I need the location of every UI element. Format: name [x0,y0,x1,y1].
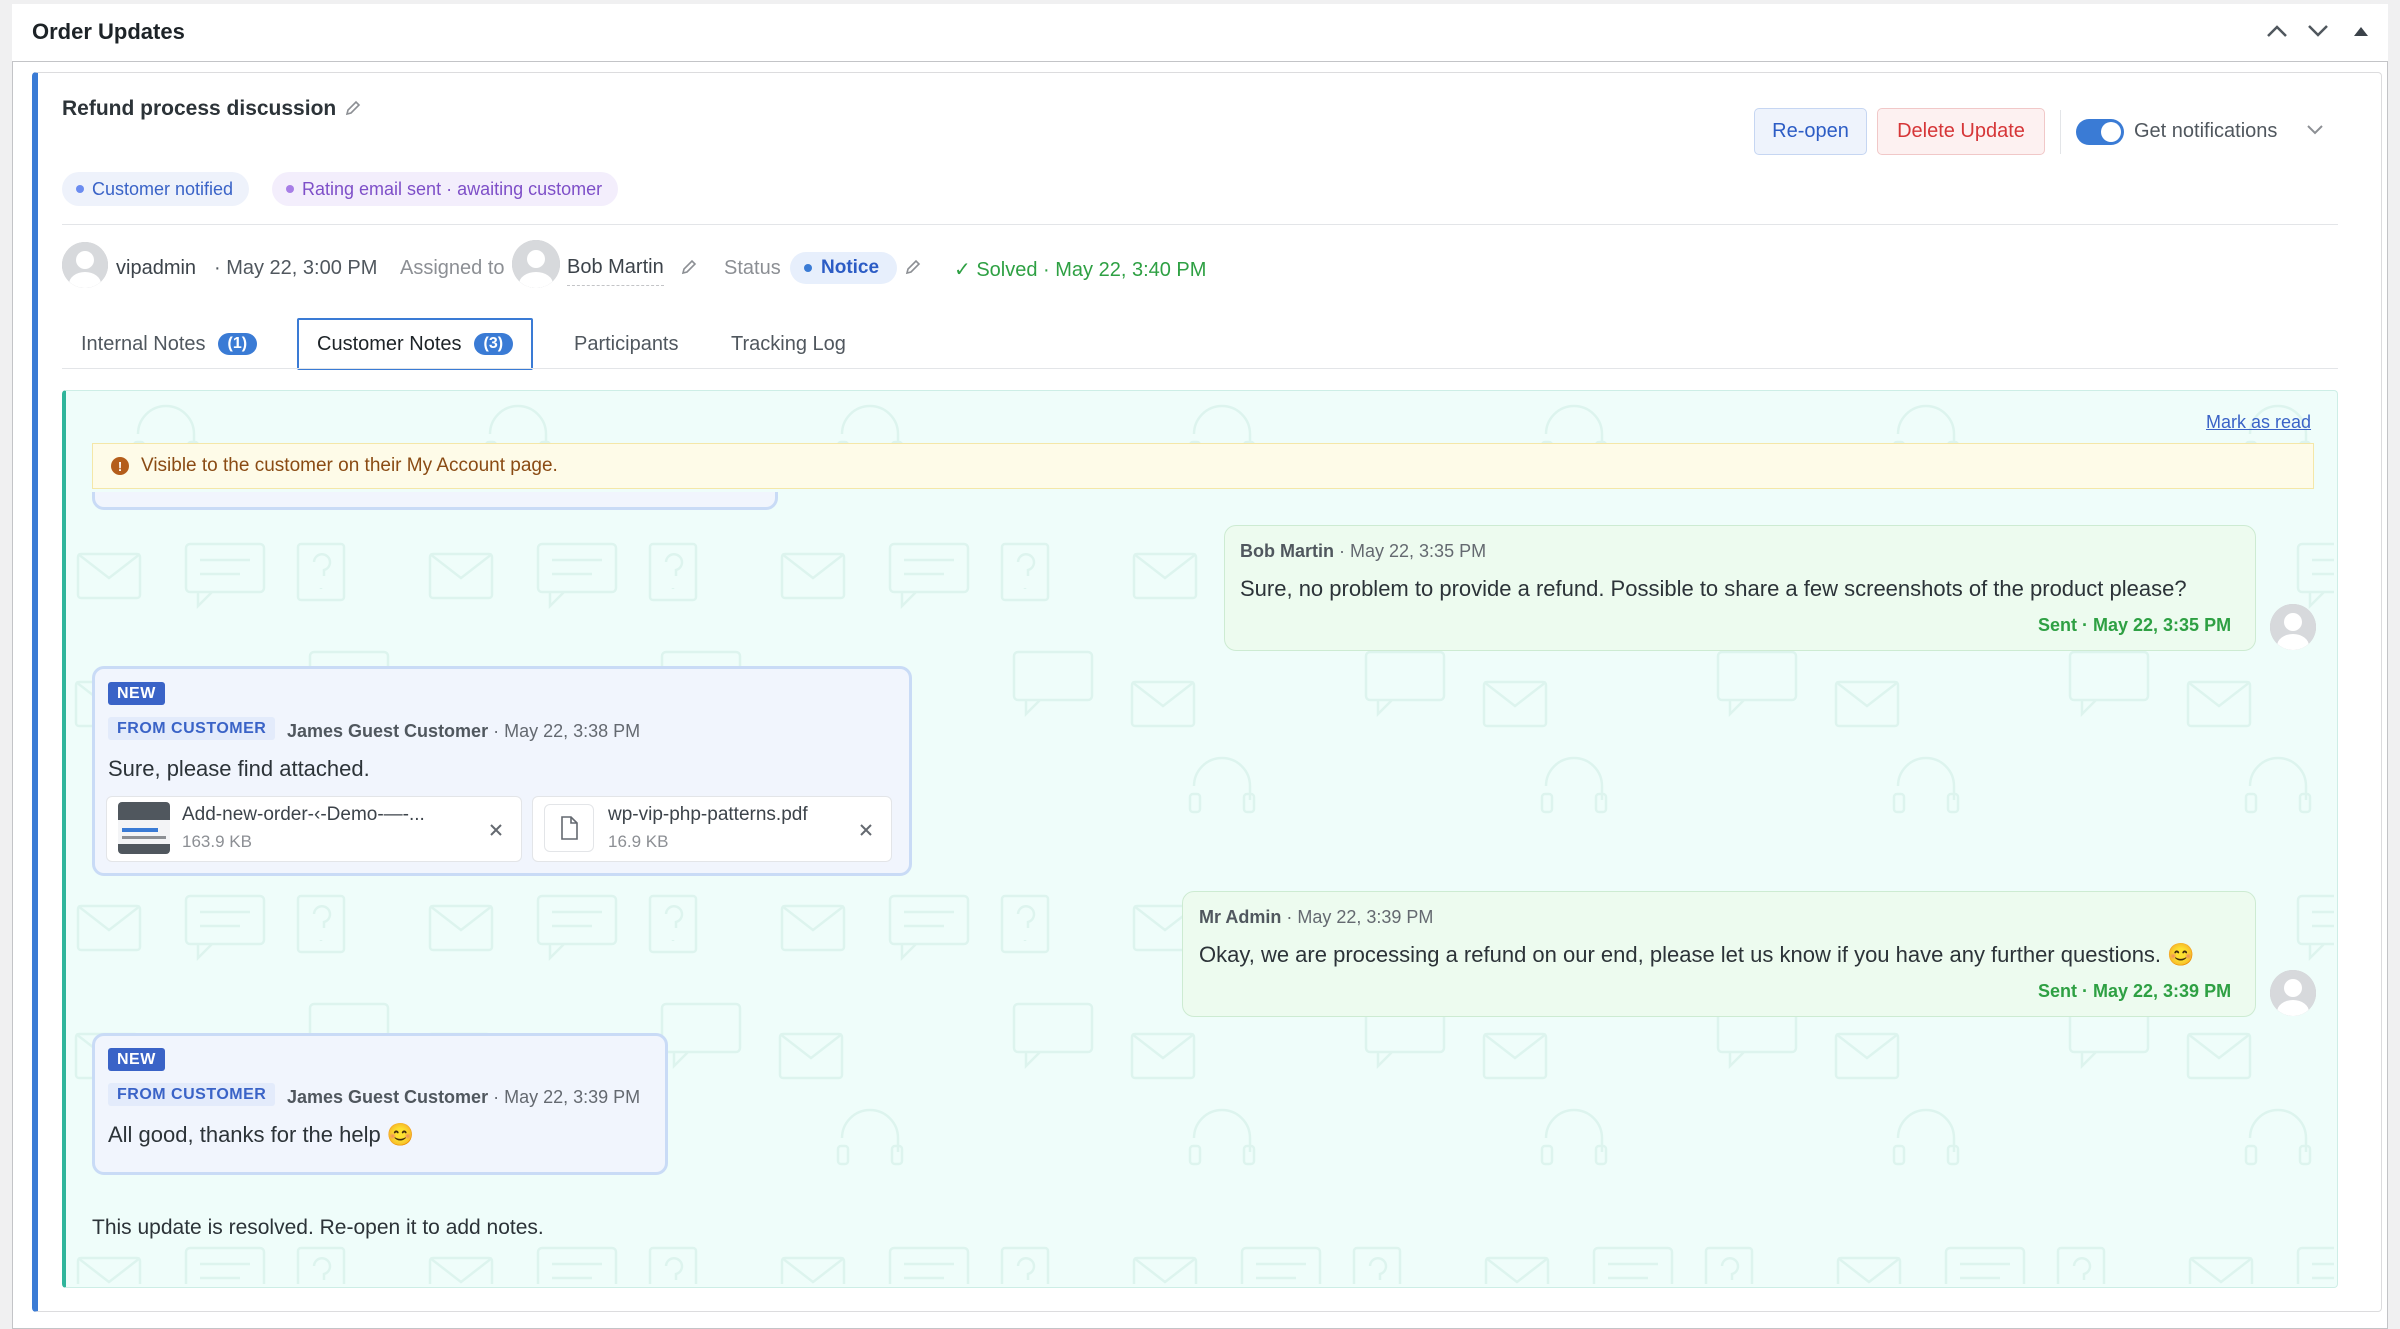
tab-count: (1) [217,333,258,355]
close-icon [490,824,502,836]
update-title: Refund process discussion [62,97,337,120]
toggle-knob [2101,122,2121,142]
alert-icon: ! [111,457,129,475]
pencil-icon [905,259,921,275]
divider [2060,110,2061,154]
collapse-panel-button[interactable] [2346,16,2376,46]
chevron-down-icon [2307,125,2323,135]
file-icon [544,804,594,852]
dot-icon [286,185,294,193]
message-time: · May 22, 3:39 PM [493,1087,641,1107]
resolved-message: This update is resolved. Re-open it to a… [92,1216,544,1239]
triangle-up-icon [2354,27,2368,36]
visibility-notice: ! Visible to the customer on their My Acc… [92,443,2314,489]
move-up-button[interactable] [2262,16,2292,46]
message-text: Sure, no problem to provide a refund. Po… [1240,576,2187,601]
remove-attachment-button[interactable] [858,822,874,843]
attachment-name: Add-new-order-‹-Demo-—-... [182,804,425,825]
assignee-avatar [512,240,560,288]
tab-participants[interactable]: Participants [574,318,679,370]
message-meta: James Guest Customer · May 22, 3:38 PM [287,721,640,742]
new-badge: NEW [108,682,165,705]
chip-label: Customer notified [92,178,234,199]
tab-count: (3) [473,333,514,355]
message-sent-status: Sent · May 22, 3:39 PM [2038,981,2232,1001]
notifications-toggle[interactable] [2076,119,2124,145]
edit-title-button[interactable] [344,99,362,122]
assigned-label: Assigned to [400,257,505,279]
chip-customer-notified: Customer notified [62,172,250,206]
close-icon [860,824,872,836]
panel-title: Order Updates [32,19,185,44]
from-customer-badge: FROM CUSTOMER [108,717,276,740]
status-value: Notice [821,257,880,278]
image-thumbnail-icon [118,802,170,854]
created-time: · May 22, 3:00 PM [214,257,378,279]
message-time: · May 22, 3:35 PM [1339,541,1487,561]
avatar [2270,970,2316,1016]
dot-icon [76,185,84,193]
reopen-button[interactable]: Re-open [1754,108,1867,155]
move-down-button[interactable] [2303,16,2333,46]
notifications-label: Get notifications [2134,120,2278,142]
author-name: vipadmin [116,257,197,279]
tab-label: Internal Notes [81,332,206,355]
pencil-icon [681,259,697,275]
chevron-up-icon [2267,25,2287,37]
avatar [62,242,108,288]
tab-label: Tracking Log [731,332,846,355]
attachment-size: 163.9 KB [182,832,252,851]
tab-internal-notes[interactable]: Internal Notes (1) [81,318,258,370]
notice-text: Visible to the customer on their My Acco… [141,455,558,476]
panel-header [12,4,2388,62]
assignee-name[interactable]: Bob Martin [567,256,664,286]
pencil-icon [345,100,361,116]
chip-label: Rating email sent · awaiting customer [302,178,603,199]
mark-as-read-link[interactable]: Mark as read [2206,412,2311,433]
message-meta: Bob Martin · May 22, 3:35 PM [1240,541,1486,562]
message-text: Okay, we are processing a refund on our … [1199,942,2195,967]
message-meta: James Guest Customer · May 22, 3:39 PM [287,1087,640,1108]
tab-label: Participants [574,332,679,355]
separator [62,224,2338,225]
message-author: Mr Admin [1199,907,1282,927]
tab-tracking-log[interactable]: Tracking Log [731,318,846,370]
from-customer-badge: FROM CUSTOMER [108,1083,276,1106]
chip-rating-email: Rating email sent · awaiting customer [272,172,619,206]
tabs-underline [62,368,2338,369]
message-author: James Guest Customer [287,1087,489,1107]
chevron-down-icon [2308,25,2328,37]
message-time: · May 22, 3:38 PM [493,721,641,741]
delete-update-button[interactable]: Delete Update [1877,108,2045,155]
new-badge: NEW [108,1048,165,1071]
edit-assignee-button[interactable] [680,258,698,281]
notifications-menu-button[interactable] [2306,123,2324,141]
tab-customer-notes[interactable]: Customer Notes (3) [297,318,534,370]
solved-status: ✓ Solved · May 22, 3:40 PM [954,259,1207,281]
previous-message-edge [92,492,778,510]
message-text: Sure, please find attached. [108,756,370,781]
message-text: All good, thanks for the help 😊 [108,1122,415,1147]
message-author: Bob Martin [1240,541,1334,561]
attachment-size: 16.9 KB [608,832,669,851]
remove-attachment-button[interactable] [488,822,504,843]
edit-status-button[interactable] [904,258,922,281]
message-author: James Guest Customer [287,721,489,741]
message-sent-status: Sent · May 22, 3:35 PM [2038,615,2232,635]
attachment-name: wp-vip-php-patterns.pdf [608,804,808,825]
dot-icon [804,264,812,272]
message-time: · May 22, 3:39 PM [1286,907,1434,927]
message-meta: Mr Admin · May 22, 3:39 PM [1199,907,1433,928]
tab-label: Customer Notes [317,332,462,355]
avatar [2270,604,2316,650]
status-label: Status [724,257,781,279]
status-badge: Notice [790,252,898,284]
